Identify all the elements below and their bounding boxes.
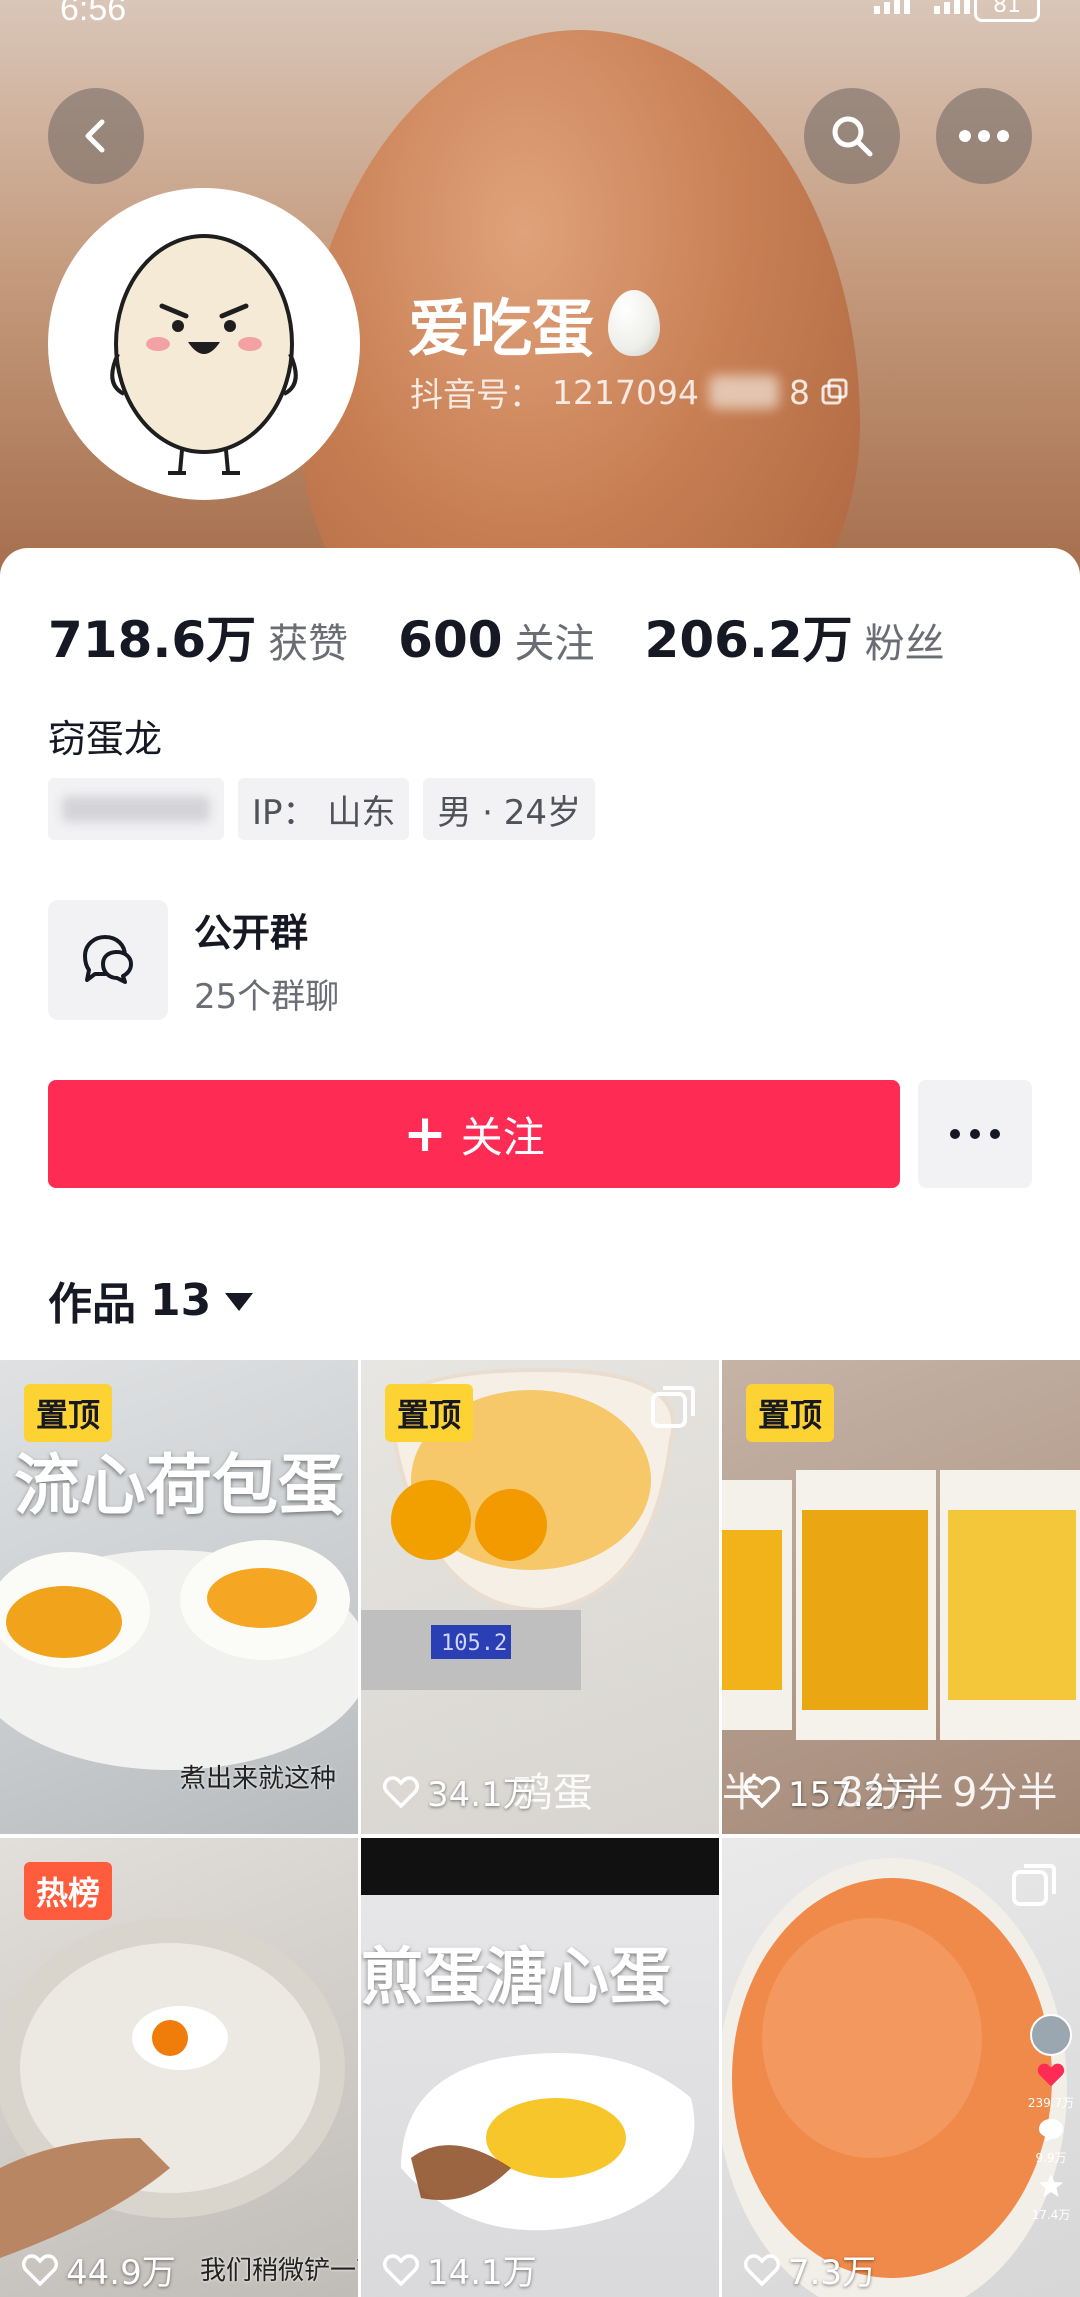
video-thumbnail[interactable]: 置顶 流心荷包蛋 煮出来就这种	[0, 1360, 358, 1834]
follow-label: 关注	[460, 1112, 545, 1162]
multi-image-icon	[1012, 1864, 1056, 1906]
side-favorites-count: 17.4万	[1031, 2208, 1071, 2222]
profile-bio: 窃蛋龙	[48, 717, 163, 761]
heart-outline-icon	[383, 2253, 419, 2286]
video-caption: 9分半	[952, 1770, 1058, 1816]
video-likes: 7.3万	[744, 2245, 876, 2294]
heart-outline-icon	[744, 1775, 780, 1808]
stat-value: 718.6万	[48, 611, 257, 669]
profile-stats: 718.6万 获赞 600 关注 206.2万 粉丝	[48, 600, 995, 672]
video-likes: 44.9万	[22, 2245, 176, 2294]
signal-icon	[874, 0, 910, 14]
chevron-left-icon	[85, 119, 105, 153]
douyin-id-label: 抖音号：	[410, 375, 542, 414]
tag-gender-age: 男 · 24岁	[423, 778, 596, 840]
trending-badge: 热榜	[24, 1862, 113, 1920]
stat-label: 关注	[514, 621, 595, 667]
group-subtitle: 25个群聊	[194, 977, 340, 1017]
stat-likes[interactable]: 718.6万 获赞	[48, 600, 348, 672]
likes-count: 44.9万	[66, 2253, 176, 2293]
comment-icon	[1039, 2119, 1063, 2142]
video-subcaption: 我们稍微铲一下	[200, 2256, 358, 2286]
multi-image-icon	[651, 1386, 695, 1428]
public-group-entry[interactable]: 公开群 25个群聊	[48, 900, 339, 1020]
stat-value: 206.2万	[644, 611, 853, 669]
group-title: 公开群	[194, 911, 309, 955]
follow-button[interactable]: + 关注	[48, 1080, 900, 1188]
egg-emoji-icon	[608, 290, 661, 356]
profile-tags: IP： 山东 男 · 24岁	[48, 778, 596, 840]
likes-count: 157.2万	[788, 1775, 920, 1815]
douyin-id-tail: 8	[788, 372, 810, 412]
video-thumbnail[interactable]: 置顶 半 8分半 9分半 157.2万	[722, 1360, 1080, 1834]
stat-label: 获赞	[268, 621, 349, 667]
svg-text:105.2: 105.2	[441, 1631, 507, 1656]
video-likes: 34.1万	[383, 1767, 537, 1816]
douyin-id-redaction	[708, 375, 779, 409]
copy-icon[interactable]	[820, 377, 850, 407]
more-dots-icon	[959, 130, 1009, 142]
stat-following[interactable]: 600 关注	[398, 611, 594, 669]
group-text: 公开群 25个群聊	[194, 902, 339, 1018]
video-thumbnail[interactable]: 239.7万 9.9万 17.4万 7.3万	[722, 1838, 1080, 2297]
caret-down-icon	[225, 1293, 254, 1311]
video-caption: 流心荷包蛋	[14, 1447, 344, 1524]
heart-outline-icon	[383, 1775, 419, 1808]
stat-value: 600	[398, 611, 503, 669]
avatar[interactable]	[48, 188, 360, 500]
fried-egg-photo	[401, 2053, 695, 2231]
stat-followers[interactable]: 206.2万 粉丝	[645, 600, 945, 672]
follow-more-button[interactable]	[918, 1080, 1032, 1188]
egg-cartoon-avatar	[110, 234, 298, 475]
works-label: 作品	[48, 1279, 136, 1330]
heart-filled-icon	[1037, 2063, 1065, 2087]
battery-indicator: 81	[974, 0, 1040, 22]
video-thumbnail[interactable]: 煎蛋溏心蛋 14.1万	[361, 1838, 719, 2297]
douyin-id-value: 1217094	[552, 372, 699, 412]
plus-icon: +	[403, 1104, 447, 1164]
side-actions: 239.7万 9.9万 17.4万	[1026, 2014, 1076, 2223]
side-avatar	[1030, 2014, 1072, 2056]
pinned-badge: 置顶	[746, 1384, 835, 1442]
likes-count: 7.3万	[788, 2253, 877, 2293]
works-tab[interactable]: 作品 13	[48, 1268, 254, 1332]
side-comments-count: 9.9万	[1035, 2151, 1067, 2165]
more-options-button[interactable]	[936, 88, 1032, 184]
status-time: 6:56	[60, 0, 127, 28]
douyin-id[interactable]: 抖音号： 1217094 8	[410, 368, 850, 416]
video-likes: 14.1万	[383, 2245, 537, 2294]
video-caption: 煎蛋溏心蛋	[361, 1940, 672, 2013]
signal-icon-2	[934, 0, 970, 14]
video-likes: 157.2万	[744, 1767, 919, 1816]
more-dots-icon	[950, 1129, 1000, 1139]
stat-label: 粉丝	[864, 621, 945, 667]
video-thumbnail[interactable]: 105.2 置顶 鸡蛋 34.1万	[361, 1360, 719, 1834]
likes-count: 34.1万	[427, 1775, 537, 1815]
profile-card: 718.6万 获赞 600 关注 206.2万 粉丝 窃蛋龙 IP： 山东 男 …	[0, 548, 1080, 2297]
search-button[interactable]	[804, 88, 900, 184]
works-count: 13	[150, 1274, 212, 1326]
back-button[interactable]	[48, 88, 144, 184]
tag-redacted	[48, 778, 224, 840]
tag-ip-location: IP： 山东	[238, 778, 410, 840]
group-chat-icon	[48, 900, 168, 1020]
likes-count: 14.1万	[427, 2253, 537, 2293]
profile-cover: 6:56 81 爱吃蛋 抖音号： 1217094 8	[0, 0, 1080, 600]
search-icon	[832, 116, 873, 157]
heart-outline-icon	[744, 2253, 780, 2286]
nickname-text: 爱吃蛋	[408, 292, 595, 365]
profile-nickname: 爱吃蛋	[408, 278, 661, 368]
side-likes-count: 239.7万	[1027, 2096, 1075, 2110]
pinned-badge: 置顶	[385, 1384, 474, 1442]
status-bar: 6:56 81	[0, 0, 1080, 40]
video-thumbnail[interactable]: 热榜 我们稍微铲一下 44.9万	[0, 1838, 358, 2297]
star-icon	[1039, 2174, 1063, 2197]
video-subcaption: 煮出来就这种	[180, 1764, 337, 1794]
heart-outline-icon	[22, 2253, 58, 2286]
